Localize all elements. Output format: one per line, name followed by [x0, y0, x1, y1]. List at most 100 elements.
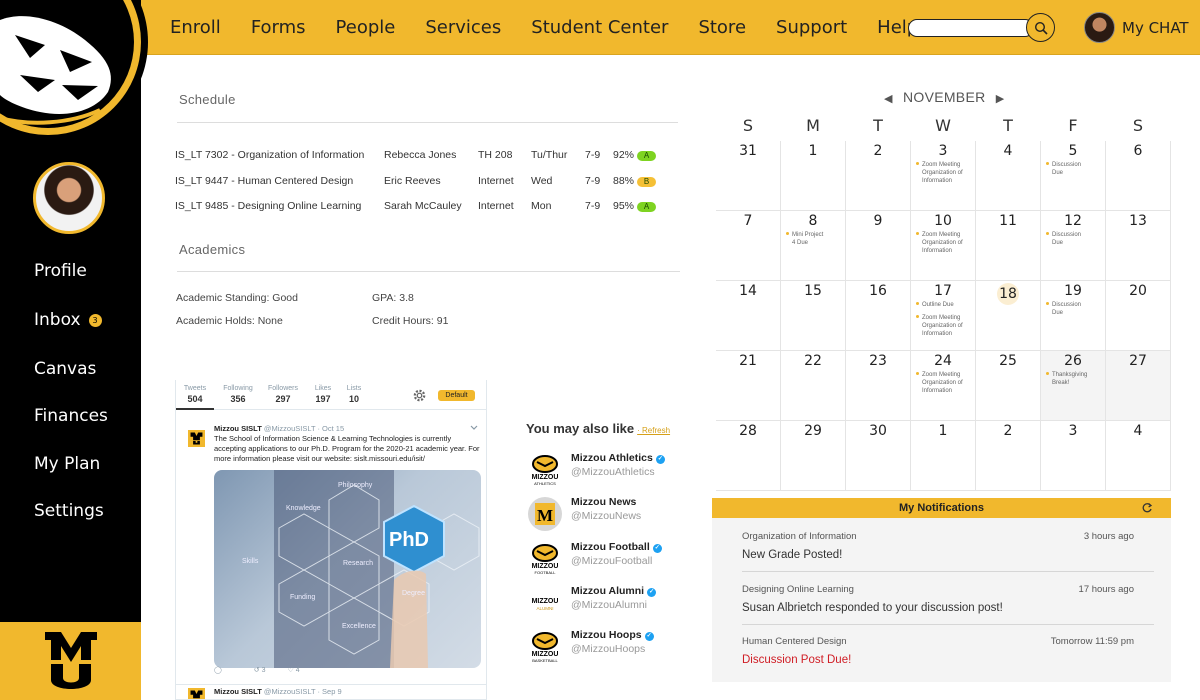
search-button[interactable]	[1026, 13, 1055, 42]
reply-icon[interactable]: ◯	[214, 667, 222, 674]
following-stat[interactable]: Following 356	[218, 385, 258, 404]
calendar-day[interactable]: 27	[1106, 351, 1171, 421]
calendar-event[interactable]: Zoom Meeting Organization of Information	[916, 371, 963, 395]
day-number-text: 14	[739, 283, 757, 299]
calendar-month: NOVEMBER	[902, 89, 986, 105]
calendar-day[interactable]: 18	[976, 281, 1041, 351]
calendar-day[interactable]: 12 Discussion Due	[1041, 211, 1106, 281]
schedule-row[interactable]: IS_LT 9485 - Designing Online Learning S…	[175, 200, 675, 216]
nav-people[interactable]: People	[336, 17, 396, 38]
calendar-day[interactable]: 28	[716, 421, 781, 491]
calendar-day[interactable]: 21	[716, 351, 781, 421]
followers-stat[interactable]: Followers 297	[264, 385, 302, 404]
calendar-day[interactable]: 4	[976, 141, 1041, 211]
calendar-day[interactable]: 22	[781, 351, 846, 421]
nav-forms[interactable]: Forms	[251, 17, 306, 38]
schedule-row[interactable]: IS_LT 7302 - Organization of Information…	[175, 149, 675, 165]
calendar-day[interactable]: 31	[716, 141, 781, 211]
notification-message: Discussion Post Due!	[742, 654, 852, 666]
gear-icon[interactable]	[412, 388, 427, 403]
suggested-account[interactable]: MIZZOU ATHLETICS Mizzou Athletics ✓ @Mizzo…	[527, 452, 687, 490]
calendar-day[interactable]: 11	[976, 211, 1041, 281]
calendar-event[interactable]: Discussion Due	[1046, 301, 1081, 317]
search-input[interactable]	[908, 19, 1034, 37]
calendar-event[interactable]: Mini Project 4 Due	[786, 231, 823, 247]
calendar-day[interactable]: 7	[716, 211, 781, 281]
chevron-down-icon[interactable]	[470, 425, 478, 431]
nav-store[interactable]: Store	[698, 17, 746, 38]
calendar-day[interactable]: 19 Discussion Due	[1041, 281, 1106, 351]
tweet-image[interactable]: PhD Knowledge Philosophy Research Fundin…	[214, 470, 481, 668]
day-number-text: 23	[869, 353, 887, 369]
event-text: Thanksgiving	[1052, 372, 1088, 378]
calendar-day[interactable]: 3 Zoom Meeting Organization of Information	[911, 141, 976, 211]
likes-stat[interactable]: Likes 197	[308, 385, 338, 404]
suggested-account[interactable]: M Mizzou News @MizzouNews	[527, 496, 687, 534]
calendar-day[interactable]: 2	[976, 421, 1041, 491]
suggested-account[interactable]: MIZZOU ALUMNI Mizzou Alumni ✓ @MizzouAlumn…	[527, 585, 687, 623]
calendar-day[interactable]: 23	[846, 351, 911, 421]
day-number-text: 17	[934, 283, 952, 299]
calendar-day[interactable]: 1	[911, 421, 976, 491]
calendar-day[interactable]: 30	[846, 421, 911, 491]
course-name[interactable]: IS_LT 7302 - Organization of Information	[175, 149, 364, 161]
retweet-icon[interactable]: ↺	[254, 667, 260, 674]
default-badge[interactable]: Default	[438, 390, 475, 401]
lists-stat[interactable]: Lists 10	[340, 385, 368, 404]
calendar-day[interactable]: 26 Thanksgiving Break!	[1041, 351, 1106, 421]
nav-services[interactable]: Services	[425, 17, 501, 38]
tweets-stat[interactable]: Tweets 504	[176, 385, 214, 410]
sidebar-item-canvas[interactable]: Canvas	[34, 359, 96, 379]
calendar-day[interactable]: 9	[846, 211, 911, 281]
refresh-link[interactable]: · Refresh	[637, 426, 670, 435]
nav-enroll[interactable]: Enroll	[170, 17, 221, 38]
calendar-day[interactable]: 2	[846, 141, 911, 211]
calendar-day[interactable]: 13	[1106, 211, 1171, 281]
sidebar-item-profile[interactable]: Profile	[34, 261, 87, 281]
calendar-event[interactable]: Thanksgiving Break!	[1046, 371, 1087, 387]
calendar-day[interactable]: 10 Zoom Meeting Organization of Information	[911, 211, 976, 281]
sidebar-item-my-plan[interactable]: My Plan	[34, 454, 100, 474]
calendar-day[interactable]: 6	[1106, 141, 1171, 211]
tweet-author[interactable]: Mizzou SISLT	[214, 424, 262, 433]
tweet-author[interactable]: Mizzou SISLT	[214, 687, 262, 696]
calendar-day[interactable]: 20	[1106, 281, 1171, 351]
schedule-row[interactable]: IS_LT 9447 - Human Centered Design Eric …	[175, 175, 675, 191]
calendar-event[interactable]: Zoom Meeting Organization of Information	[916, 314, 963, 338]
my-chat-button[interactable]: My CHAT	[1084, 12, 1189, 43]
calendar-event[interactable]: Discussion Due	[1046, 231, 1081, 247]
nav-student-center[interactable]: Student Center	[531, 17, 668, 38]
calendar-day[interactable]: 5 Discussion Due	[1041, 141, 1106, 211]
suggested-account[interactable]: MIZZOU FOOTBALL Mizzou Football ✓ @MizzouF…	[527, 541, 687, 579]
calendar-day[interactable]: 8 Mini Project 4 Due	[781, 211, 846, 281]
calendar-day[interactable]: 15	[781, 281, 846, 351]
calendar-event[interactable]: Zoom Meeting Organization of Information	[916, 231, 963, 255]
sidebar-item-finances[interactable]: Finances	[34, 406, 108, 426]
calendar-day[interactable]: 25	[976, 351, 1041, 421]
next-month-icon[interactable]: ▶	[996, 93, 1005, 105]
profile-avatar[interactable]	[33, 162, 105, 234]
svg-text:ALUMNI: ALUMNI	[536, 606, 553, 611]
nav-support[interactable]: Support	[776, 17, 847, 38]
day-number: 23	[846, 353, 910, 369]
calendar-day[interactable]: 24 Zoom Meeting Organization of Information	[911, 351, 976, 421]
heart-icon[interactable]: ♡	[287, 667, 293, 674]
suggested-account[interactable]: MIZZOU BASKETBALL Mizzou Hoops ✓ @MizzouHo…	[527, 629, 687, 667]
calendar-event[interactable]: Zoom Meeting Organization of Information	[916, 161, 963, 185]
tiger-logo[interactable]	[0, 0, 160, 135]
refresh-icon[interactable]	[1141, 502, 1153, 514]
calendar-day[interactable]: 16	[846, 281, 911, 351]
calendar-event[interactable]: Discussion Due	[1046, 161, 1081, 177]
calendar-day[interactable]: 1	[781, 141, 846, 211]
course-name[interactable]: IS_LT 9485 - Designing Online Learning	[175, 200, 361, 212]
course-name[interactable]: IS_LT 9447 - Human Centered Design	[175, 175, 353, 187]
calendar-day[interactable]: 4	[1106, 421, 1171, 491]
sidebar-item-settings[interactable]: Settings	[34, 501, 104, 521]
prev-month-icon[interactable]: ◀	[884, 93, 893, 105]
sidebar-item-inbox[interactable]: Inbox 3	[34, 310, 102, 330]
calendar-day[interactable]: 29	[781, 421, 846, 491]
calendar-day[interactable]: 14	[716, 281, 781, 351]
calendar-day[interactable]: 17 Outline Due Zoom Meeting Organization of…	[911, 281, 976, 351]
calendar-event[interactable]: Outline Due	[916, 301, 954, 309]
calendar-day[interactable]: 3	[1041, 421, 1106, 491]
